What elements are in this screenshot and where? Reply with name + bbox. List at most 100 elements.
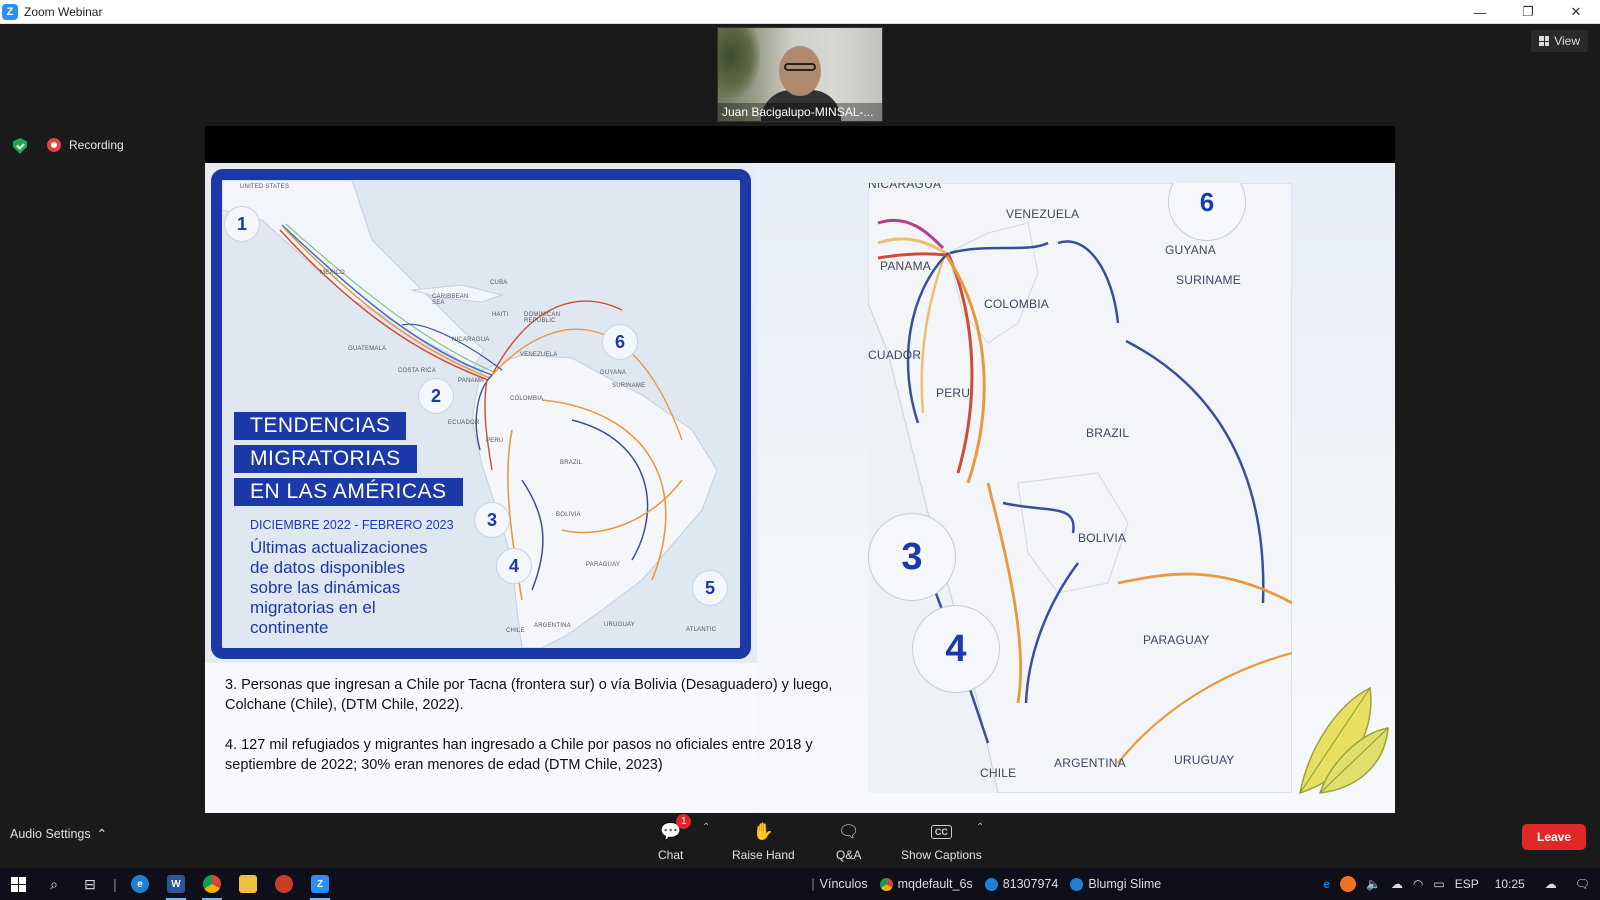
meeting-toolbar: Audio Settings ⌃ 💬 1 Chat ⌃ ✋ Raise Hand … [0,814,1600,868]
restore-button[interactable]: ❐ [1504,0,1552,24]
label-nicaragua: NICARAGUA [452,337,490,343]
weather-icon[interactable]: ☁ [1545,877,1557,891]
rm-label-nicaragua: NICARAGUA [868,183,942,191]
qa-button[interactable]: 🗨 Q&A [836,820,861,862]
system-tray: e 🔈 ☁ ◠ ▭ ESP 10:25 ☁ 🗨 [1323,876,1590,892]
window-controls: — ❐ ✕ [1456,0,1600,24]
chat-options-caret-icon[interactable]: ⌃ [702,822,710,833]
meeting-area: Juan Bacigalupo-MINSAL-... View Recordin… [0,24,1600,814]
wifi-icon[interactable]: ◠ [1413,877,1423,891]
slide-note-3: 3. Personas que ingresan a Chile por Tac… [225,677,833,713]
tray-edge-icon[interactable]: e [1323,877,1330,891]
captions-options-caret-icon[interactable]: ⌃ [976,822,984,833]
edge-icon [1070,877,1084,891]
language-indicator[interactable]: ESP [1455,877,1479,891]
leaf-decoration [1299,686,1389,795]
participant-video-thumbnail[interactable]: Juan Bacigalupo-MINSAL-... [717,27,883,122]
rm-label-chile: CHILE [980,766,1017,780]
recording-indicator[interactable]: Recording [47,138,124,152]
minimize-button[interactable]: — [1456,0,1504,24]
tray-app-icon[interactable] [1339,876,1356,892]
shared-screen-top-bar [205,126,1395,163]
label-guatemala: GUATEMALA [348,346,387,352]
chat-icon: 💬 1 [660,814,692,844]
taskbar-app-red-icon[interactable] [266,868,302,900]
left-map-card: UNITED STATES MEXICO CUBA CARIBBEAN SEA … [205,163,757,663]
rm-label-argentina: ARGENTINA [1054,756,1126,770]
taskbar-file-explorer-icon[interactable] [230,868,266,900]
show-captions-button[interactable]: CC Show Captions [901,820,982,862]
label-suriname: SURINAME [612,383,646,389]
slide-title-line-3: EN LAS AMÉRICAS [234,478,463,506]
route-number-1: 1 [224,206,260,242]
notifications-icon[interactable]: 🗨 [1575,877,1590,891]
label-ecuador: ECUADOR [448,420,480,426]
qa-icon: 🗨 [837,822,860,841]
route-number-5: 5 [692,570,728,606]
view-button[interactable]: View [1531,30,1588,52]
taskbar-chrome-icon[interactable] [194,868,230,900]
audio-settings-button[interactable]: Audio Settings ⌃ [10,826,107,842]
search-icon[interactable]: ⌕ [36,868,72,900]
rm-route-number-4: 4 [912,605,1000,693]
volume-icon[interactable]: 🔈 [1366,877,1381,891]
captions-icon: CC [930,820,952,844]
label-guyana: GUYANA [600,370,627,376]
rm-label-venezuela: VENEZUELA [1006,207,1080,221]
taskbar-edge-icon[interactable]: e [122,868,158,900]
taskbar-word-icon[interactable]: W [158,868,194,900]
slide-title-line-2: MIGRATORIAS [234,445,417,473]
security-shield-icon[interactable] [13,138,27,154]
slide-note-4: 4. 127 mil refugiados y migrantes han in… [225,737,813,773]
taskbar-link-mqdefault[interactable]: mqdefault_6s [879,877,973,891]
title-bar: Z Zoom Webinar — ❐ ✕ [0,0,1600,24]
rm-label-colombia: COLOMBIA [984,297,1049,311]
start-button[interactable] [0,868,36,900]
label-uruguay: URUGUAY [604,622,635,628]
right-map-zoom: NICARAGUA VENEZUELA GUYANA SURINAME PANA… [868,183,1292,793]
label-haiti: HAITI [492,312,509,318]
label-colombia: COLOMBIA [510,396,544,402]
raise-hand-label: Raise Hand [732,848,795,862]
recording-label: Recording [69,138,124,152]
chat-button[interactable]: 💬 1 Chat [658,814,692,862]
label-united-states: UNITED STATES [240,184,290,190]
route-number-6: 6 [602,324,638,360]
rm-label-suriname: SURINAME [1176,273,1241,287]
participant-glasses [784,63,816,71]
participant-head [779,46,821,96]
label-mexico: MEXICO [320,270,345,276]
shared-screen-slide: UNITED STATES MEXICO CUBA CARIBBEAN SEA … [205,163,1395,813]
route-number-4: 4 [496,548,532,584]
plant-image [718,28,760,98]
rm-label-peru: PERU [936,386,971,400]
taskbar-zoom-icon[interactable]: Z [302,868,338,900]
leave-button[interactable]: Leave [1522,824,1586,850]
label-costa-rica: COSTA RICA [398,368,436,374]
label-peru: PERU [486,438,504,444]
label-brazil: BRAZIL [560,460,583,466]
onedrive-icon[interactable]: ☁ [1391,877,1403,891]
view-label: View [1554,34,1580,48]
audio-settings-label: Audio Settings [10,826,91,841]
rm-label-brazil: BRAZIL [1086,426,1130,440]
label-paraguay: PARAGUAY [586,562,621,568]
window-title: Zoom Webinar [24,4,103,19]
rm-label-uruguay: URUGUAY [1174,753,1235,767]
slide-title-line-1: TENDENCIAS [234,412,407,440]
rm-route-number-3: 3 [868,513,956,601]
battery-icon[interactable]: ▭ [1433,877,1444,891]
taskbar-link-vinculos[interactable]: | Vínculos [811,877,867,891]
close-button[interactable]: ✕ [1552,0,1600,24]
recording-icon [47,138,61,152]
clock[interactable]: 10:25 [1495,877,1525,891]
zoom-webinar-window: Z Zoom Webinar — ❐ ✕ Juan Bacigalupo-MIN… [0,0,1600,900]
label-caribbean: CARIBBEAN SEA [432,294,469,306]
raise-hand-button[interactable]: ✋ Raise Hand [732,820,795,862]
rm-label-panama: PANAMA [880,259,931,273]
windows-logo-icon [10,876,26,892]
taskbar-link-blumgi[interactable]: Blumgi Slime [1070,877,1161,891]
label-cuba: CUBA [490,280,508,286]
task-view-icon[interactable]: ⊟ [72,868,108,900]
taskbar-link-81307974[interactable]: 81307974 [984,877,1058,891]
